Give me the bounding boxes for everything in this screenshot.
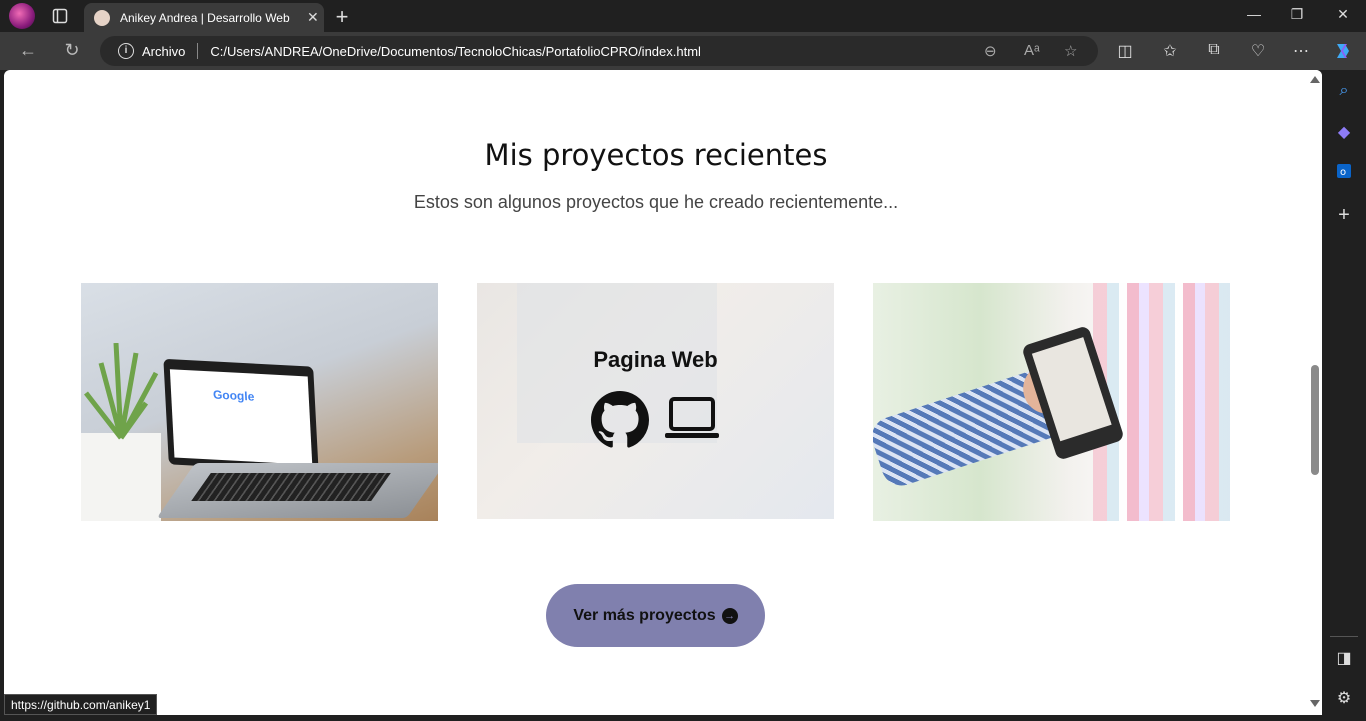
laptop-screen-image: Google xyxy=(163,358,319,473)
edge-sidebar: ⌕ ◆ o + ◨ ⚙ xyxy=(1322,70,1366,721)
sidebar-divider xyxy=(1330,636,1358,637)
site-info-icon[interactable]: i xyxy=(118,43,134,59)
collections-icon[interactable]: ⧉ xyxy=(1203,41,1225,59)
restore-button[interactable]: ❐ xyxy=(1287,6,1307,23)
site-info-label[interactable]: Archivo xyxy=(142,44,185,59)
keyboard-image xyxy=(191,473,391,501)
search-icon[interactable]: ⌕ xyxy=(1334,82,1354,102)
back-icon[interactable]: ← xyxy=(16,40,40,61)
url-text[interactable]: C:/Users/ANDREA/OneDrive/Documentos/Tecn… xyxy=(210,44,701,59)
split-screen-icon[interactable]: ◫ xyxy=(1114,41,1136,61)
section-subheading: Estos son algunos proyectos que he cread… xyxy=(413,192,899,212)
browser-toolbar: ← ↻ i Archivo C:/Users/ANDREA/OneDrive/D… xyxy=(0,32,1366,70)
svg-text:o: o xyxy=(1340,167,1346,178)
outlook-icon[interactable]: o xyxy=(1334,162,1354,182)
card-title: Pagina Web xyxy=(593,347,718,372)
tab-close-icon[interactable]: ✕ xyxy=(307,9,319,26)
scroll-down-icon[interactable] xyxy=(1310,700,1320,707)
scroll-up-icon[interactable] xyxy=(1310,76,1320,83)
divider xyxy=(197,43,199,59)
favicon-icon xyxy=(94,9,110,26)
tab-actions-icon[interactable] xyxy=(48,6,72,26)
plant-image xyxy=(81,343,161,521)
project-card-ereader[interactable] xyxy=(873,283,1230,521)
copilot-icon[interactable] xyxy=(1332,41,1354,66)
favorite-star-icon[interactable]: ☆ xyxy=(1064,42,1077,60)
favorites-icon[interactable]: ✩ xyxy=(1159,41,1181,61)
profile-avatar[interactable] xyxy=(8,3,36,29)
page-viewport: Mis proyectos recientes Estos son alguno… xyxy=(4,70,1322,715)
window-close-button[interactable]: ✕ xyxy=(1333,6,1353,23)
project-card-web[interactable]: Pagina Web xyxy=(477,283,834,519)
arrow-right-icon: → xyxy=(721,607,738,624)
more-options-icon[interactable]: ⋯ xyxy=(1290,41,1312,61)
copilot-sidebar-icon[interactable]: ◆ xyxy=(1334,122,1354,142)
more-projects-button[interactable]: Ver más proyectos → xyxy=(546,584,765,647)
browser-essentials-icon[interactable]: ♡ xyxy=(1247,41,1269,61)
add-icon[interactable]: + xyxy=(1334,204,1354,226)
hide-sidebar-icon[interactable]: ◨ xyxy=(1334,648,1354,668)
bookshelf-image xyxy=(1093,283,1230,521)
tab-title: Anikey Andrea | Desarrollo Web xyxy=(120,10,290,25)
read-aloud-icon[interactable]: Aᵃ xyxy=(1024,42,1040,59)
scrollbar[interactable] xyxy=(1308,70,1322,715)
new-tab-button[interactable]: + xyxy=(330,4,354,30)
minimize-button[interactable]: — xyxy=(1244,6,1264,22)
title-bar: Anikey Andrea | Desarrollo Web ✕ + — ❐ ✕ xyxy=(0,0,1366,32)
status-url: https://github.com/anikey1 xyxy=(4,694,158,715)
section-heading: Mis proyectos recientes xyxy=(484,138,828,172)
project-card-laptop[interactable]: Google xyxy=(81,283,438,521)
address-bar[interactable]: i Archivo C:/Users/ANDREA/OneDrive/Docum… xyxy=(100,36,1098,66)
laptop-icon[interactable] xyxy=(663,395,721,445)
github-icon[interactable] xyxy=(591,391,649,449)
scrollbar-thumb[interactable] xyxy=(1311,365,1319,475)
settings-gear-icon[interactable]: ⚙ xyxy=(1334,688,1354,708)
more-projects-label: Ver más proyectos xyxy=(573,606,716,624)
refresh-icon[interactable]: ↻ xyxy=(60,40,84,61)
zoom-icon[interactable]: ⊖ xyxy=(984,42,997,60)
browser-tab[interactable]: Anikey Andrea | Desarrollo Web ✕ xyxy=(84,3,324,32)
